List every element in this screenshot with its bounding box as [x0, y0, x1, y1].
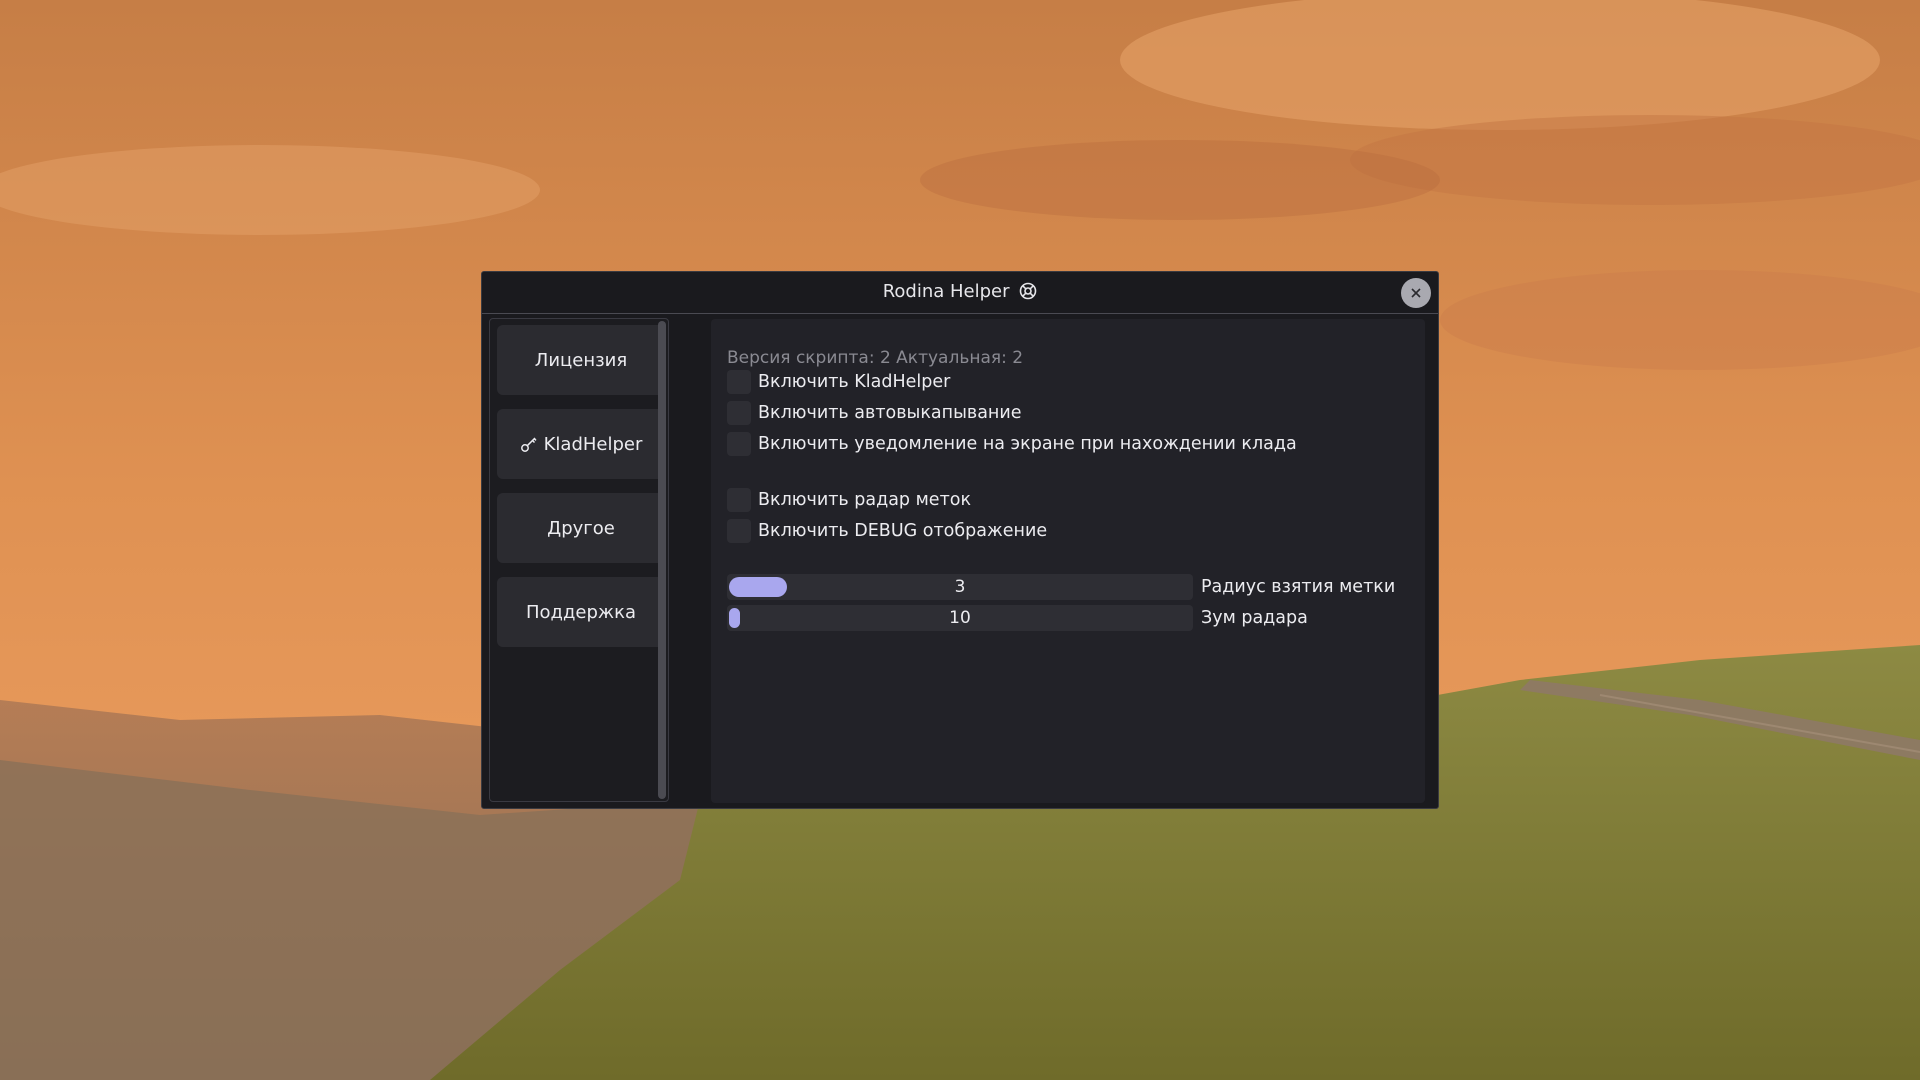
window-title-wrap: Rodina Helper — [482, 281, 1438, 303]
sidebar-item-license[interactable]: Лицензия — [497, 325, 665, 395]
window-title: Rodina Helper — [882, 281, 1010, 302]
sidebar-scrollbar[interactable] — [658, 321, 666, 799]
checkbox-box[interactable] — [727, 488, 751, 512]
window-titlebar[interactable]: Rodina Helper — [482, 272, 1438, 314]
checkbox-box[interactable] — [727, 370, 751, 394]
sidebar-item-other[interactable]: Другое — [497, 493, 665, 563]
slider-label: Зум радара — [1201, 608, 1308, 628]
sidebar-item-label: KladHelper — [543, 433, 643, 455]
checkbox-box[interactable] — [727, 432, 751, 456]
checkbox-enable-marker-radar[interactable]: Включить радар меток — [727, 488, 971, 512]
checkbox-label: Включить уведомление на экране при нахож… — [758, 434, 1297, 454]
checkbox-enable-autodig[interactable]: Включить автовыкапывание — [727, 401, 1022, 425]
checkbox-box[interactable] — [727, 401, 751, 425]
checkbox-enable-debug-display[interactable]: Включить DEBUG отображение — [727, 519, 1047, 543]
checkbox-label: Включить DEBUG отображение — [758, 521, 1048, 541]
sidebar-item-label: Поддержка — [525, 601, 637, 623]
radar-zoom-slider[interactable]: 10 — [727, 605, 1193, 631]
sidebar-item-kladhelper[interactable]: KladHelper — [497, 409, 665, 479]
checkbox-enable-kladhelper[interactable]: Включить KladHelper — [727, 370, 950, 394]
checkbox-label: Включить автовыкапывание — [758, 403, 1022, 423]
sidebar-item-support[interactable]: Поддержка — [497, 577, 665, 647]
checkbox-enable-screen-notification[interactable]: Включить уведомление на экране при нахож… — [727, 432, 1297, 456]
checkbox-label: Включить KladHelper — [758, 372, 951, 392]
slider-value: 3 — [954, 577, 966, 597]
close-button[interactable] — [1401, 278, 1431, 308]
key-icon — [520, 437, 537, 452]
checkbox-box[interactable] — [727, 519, 751, 543]
checkbox-label: Включить радар меток — [758, 490, 972, 510]
kladhelper-panel: Версия скрипта: 2 Актуальная: 2 Включить… — [711, 319, 1425, 803]
rodina-helper-window: Rodina Helper Лицензия KladHelper Другое… — [481, 271, 1439, 809]
close-icon — [1411, 288, 1421, 298]
sidebar: Лицензия KladHelper Другое Поддержка — [489, 318, 669, 802]
pickup-radius-slider[interactable]: 3 — [727, 574, 1193, 600]
slider-value: 10 — [949, 608, 971, 628]
script-version-text: Версия скрипта: 2 Актуальная: 2 — [727, 348, 1024, 368]
lifebuoy-icon — [1019, 282, 1037, 300]
sidebar-item-label: Лицензия — [534, 349, 628, 371]
slider-label: Радиус взятия метки — [1201, 577, 1396, 597]
sidebar-item-label: Другое — [547, 517, 615, 539]
